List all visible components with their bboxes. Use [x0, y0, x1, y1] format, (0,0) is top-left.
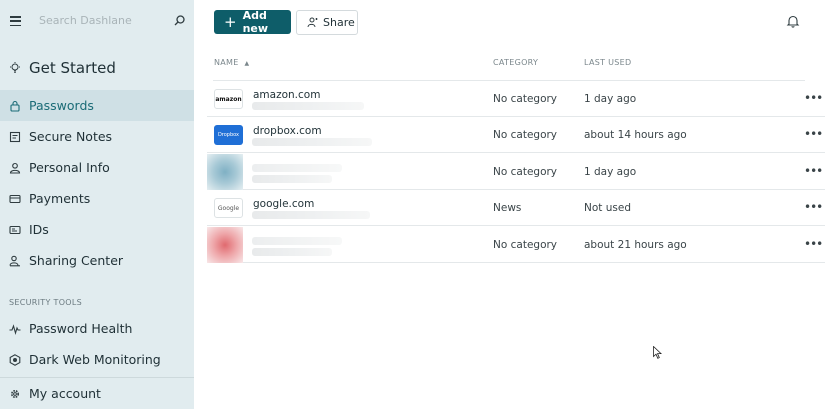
sidebar-item-payments[interactable]: Payments — [0, 183, 194, 214]
item-title-redacted — [252, 237, 342, 245]
item-category: No category — [493, 239, 558, 251]
table-row[interactable]: No category about 21 hours ago ••• — [207, 227, 825, 263]
sidebar-item-get-started[interactable]: Get Started — [0, 52, 194, 83]
table-row[interactable]: amazon amazon.com No category 1 day ago … — [207, 81, 825, 117]
item-last-used: about 14 hours ago — [584, 129, 687, 141]
search-input[interactable]: Search Dashlane — [39, 14, 132, 27]
sidebar-item-passwords[interactable]: Passwords — [0, 90, 194, 121]
item-login-redacted — [252, 102, 364, 110]
sidebar-item-password-health[interactable]: Password Health — [0, 313, 194, 344]
sidebar-item-label: Secure Notes — [29, 129, 113, 144]
share-label: Share — [323, 16, 355, 29]
more-options-icon[interactable]: ••• — [804, 164, 823, 178]
share-button[interactable]: Share — [296, 10, 358, 35]
lightbulb-icon — [10, 61, 20, 73]
item-last-used: about 21 hours ago — [584, 239, 687, 251]
item-title: amazon.com — [253, 89, 321, 101]
sidebar-item-label: Personal Info — [29, 160, 110, 175]
item-last-used: Not used — [584, 202, 631, 214]
column-header-category[interactable]: CATEGORY — [493, 58, 538, 67]
radar-icon — [9, 353, 21, 366]
pulse-icon — [9, 323, 21, 335]
menu-icon[interactable] — [10, 16, 21, 27]
column-header-last-used[interactable]: LAST USED — [584, 58, 631, 67]
item-login-redacted — [252, 211, 370, 219]
item-title: dropbox.com — [253, 125, 322, 137]
dropbox-logo: Dropbox — [214, 125, 243, 145]
sidebar-item-label: Get Started — [29, 58, 116, 77]
plus-icon: + — [224, 12, 237, 31]
item-category: No category — [493, 129, 558, 141]
sidebar: Search Dashlane Get Started Passwords Se… — [0, 0, 194, 409]
table-row[interactable]: Dropbox dropbox.com No category about 14… — [207, 117, 825, 153]
google-logo: Google — [214, 198, 243, 218]
sidebar-item-label: Payments — [29, 191, 91, 206]
table-row[interactable]: Google google.com News Not used ••• — [207, 190, 825, 226]
more-options-icon[interactable]: ••• — [804, 127, 823, 141]
share-icon — [307, 17, 318, 28]
item-login-redacted — [252, 248, 332, 256]
more-options-icon[interactable]: ••• — [804, 91, 823, 105]
sidebar-item-dark-web-monitoring[interactable]: Dark Web Monitoring — [0, 344, 194, 375]
add-new-button[interactable]: + Add new — [214, 9, 291, 35]
id-card-icon — [9, 225, 21, 234]
more-options-icon[interactable]: ••• — [804, 237, 823, 251]
lock-icon — [10, 100, 20, 112]
sidebar-item-secure-notes[interactable]: Secure Notes — [0, 121, 194, 152]
sidebar-item-personal-info[interactable]: Personal Info — [0, 152, 194, 183]
item-login-redacted — [252, 175, 332, 183]
item-category: News — [493, 202, 522, 214]
redacted-logo — [207, 227, 243, 263]
sidebar-item-label: Passwords — [29, 98, 94, 113]
sidebar-item-ids[interactable]: IDs — [0, 214, 194, 245]
redacted-logo — [207, 154, 243, 190]
search-icon[interactable] — [173, 14, 186, 27]
column-header-name[interactable]: NAME ▲ — [214, 58, 249, 67]
person-icon — [9, 162, 21, 174]
sidebar-item-label: My account — [29, 386, 101, 401]
item-last-used: 1 day ago — [584, 166, 637, 178]
add-new-label: Add new — [242, 9, 269, 35]
sidebar-item-label: Password Health — [29, 321, 133, 336]
note-icon — [9, 131, 21, 142]
item-login-redacted — [252, 138, 372, 146]
sidebar-item-my-account[interactable]: My account — [0, 378, 194, 409]
item-category: No category — [493, 93, 558, 105]
more-options-icon[interactable]: ••• — [804, 200, 823, 214]
sharing-icon — [9, 255, 20, 266]
sidebar-item-label: Dark Web Monitoring — [29, 352, 161, 367]
item-title: google.com — [253, 198, 315, 210]
sidebar-item-label: IDs — [29, 222, 49, 237]
card-icon — [9, 194, 21, 203]
mouse-cursor-icon — [653, 346, 662, 359]
main-content: + Add new Share NAME ▲ CATEGORY LAST USE… — [194, 0, 825, 409]
sort-asc-icon: ▲ — [244, 60, 250, 67]
sidebar-item-label: Sharing Center — [29, 253, 124, 268]
amazon-logo: amazon — [214, 89, 243, 109]
gear-icon — [10, 389, 20, 398]
item-last-used: 1 day ago — [584, 93, 637, 105]
item-category: No category — [493, 166, 558, 178]
item-title-redacted — [252, 164, 342, 172]
bell-icon[interactable] — [786, 14, 800, 28]
table-row[interactable]: No category 1 day ago ••• — [207, 154, 825, 190]
sidebar-item-sharing-center[interactable]: Sharing Center — [0, 245, 194, 276]
search-bar: Search Dashlane — [0, 0, 194, 42]
section-label: SECURITY TOOLS — [9, 298, 83, 307]
